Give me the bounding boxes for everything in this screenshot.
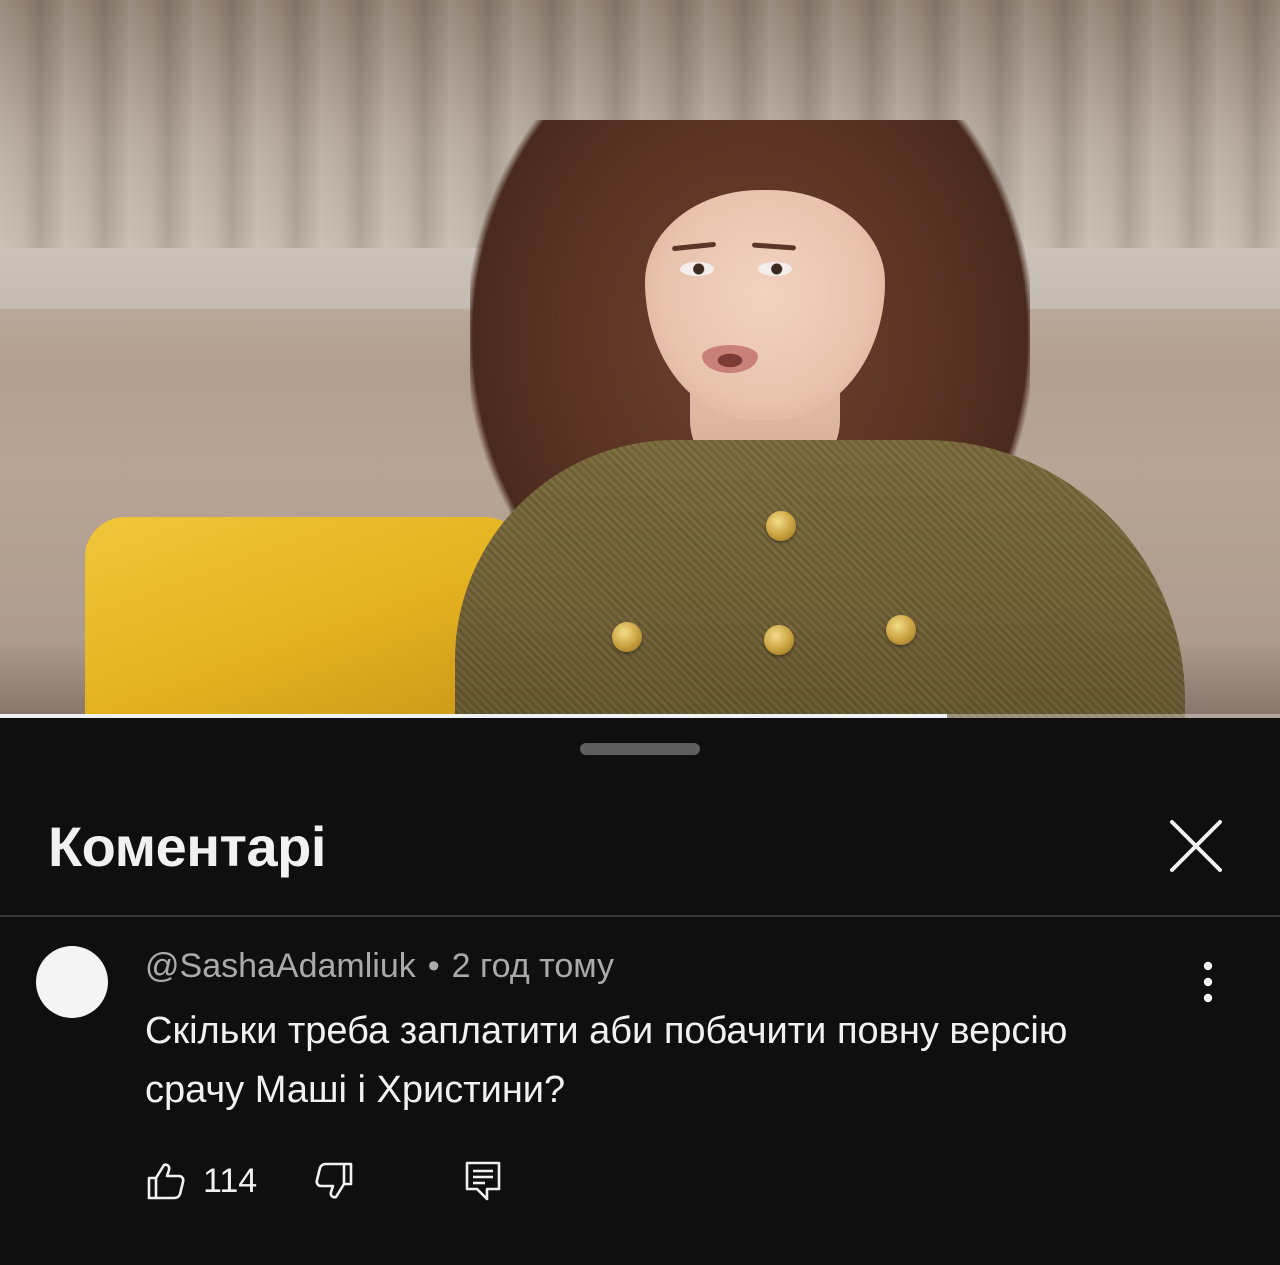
comments-sheet: Коментарі @SashaAdamliuk • 2 год тому Скіл… xyxy=(0,718,1280,1265)
reply-button[interactable] xyxy=(463,1159,503,1203)
like-count: 114 xyxy=(203,1162,258,1200)
comment-author[interactable]: @SashaAdamliuk xyxy=(145,947,416,985)
close-button[interactable] xyxy=(1166,816,1226,876)
comment-time: 2 год тому xyxy=(451,947,614,985)
like-button[interactable] xyxy=(145,1159,187,1203)
comment-more-button[interactable] xyxy=(1190,957,1226,1007)
drag-handle[interactable] xyxy=(580,743,700,755)
reply-icon xyxy=(465,1161,501,1201)
thumb-up-icon xyxy=(147,1163,185,1200)
comment-item: @SashaAdamliuk • 2 год тому Скільки треба … xyxy=(0,917,1280,1265)
comments-title: Коментарі xyxy=(48,815,326,878)
comment-text: Скільки треба заплатити аби побачити пов… xyxy=(145,1010,1068,1111)
meta-separator: • xyxy=(427,947,440,985)
more-vert-icon xyxy=(1203,961,1213,1003)
close-icon xyxy=(1170,820,1222,872)
thumb-down-icon xyxy=(315,1162,353,1199)
dislike-button[interactable] xyxy=(313,1159,355,1203)
comment-meta: @SashaAdamliuk • 2 год тому xyxy=(145,947,614,986)
avatar[interactable] xyxy=(36,946,108,1018)
video-player[interactable] xyxy=(0,0,1280,718)
